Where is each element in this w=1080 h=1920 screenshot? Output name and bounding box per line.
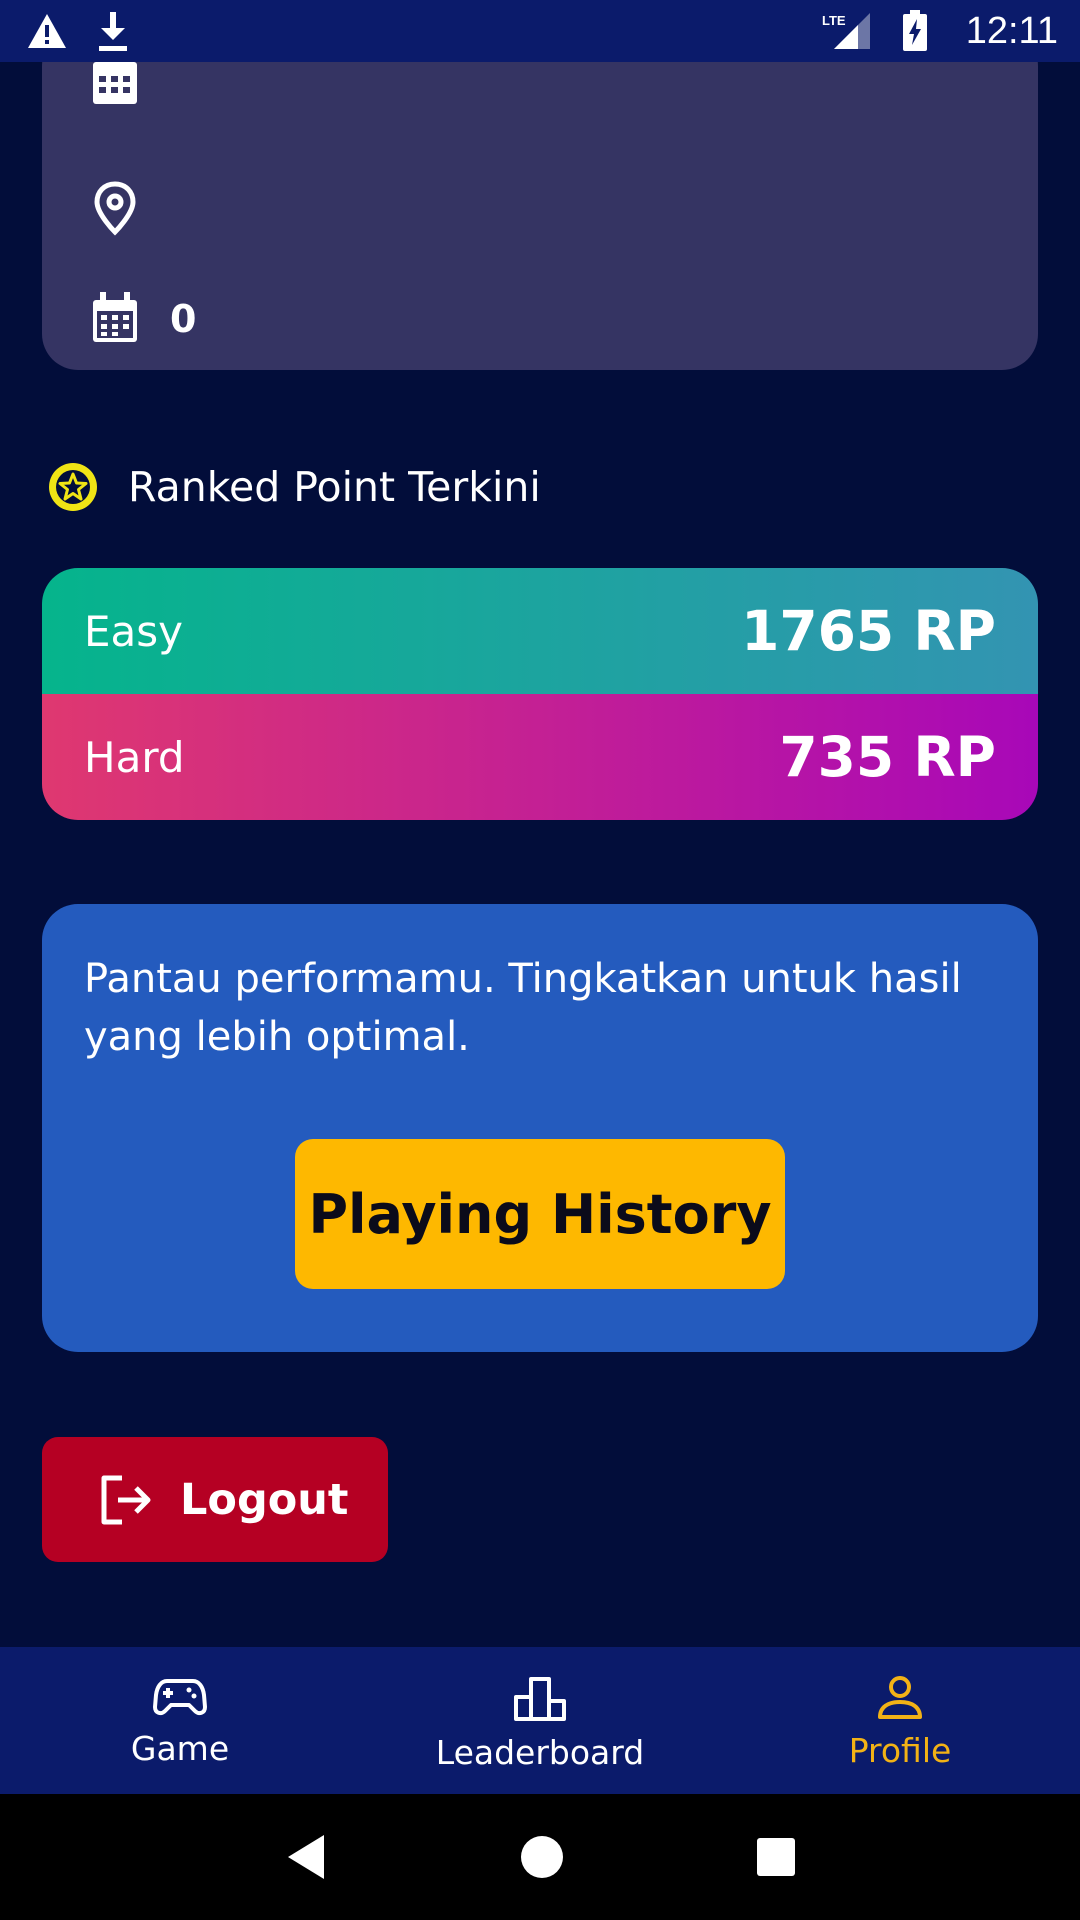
download-icon bbox=[96, 10, 130, 52]
rp-row-hard: Hard 735 RP bbox=[42, 694, 1038, 820]
home-icon[interactable] bbox=[520, 1835, 564, 1879]
rp-label: Hard bbox=[84, 732, 185, 782]
rp-label: Easy bbox=[84, 606, 184, 656]
ranked-section-title: Ranked Point Terkini bbox=[46, 460, 541, 514]
info-row-location bbox=[90, 180, 170, 236]
playing-history-button[interactable]: Playing History bbox=[295, 1139, 785, 1289]
nav-item-profile[interactable]: Profile bbox=[720, 1647, 1080, 1794]
warning-icon bbox=[26, 12, 68, 50]
calendar-icon bbox=[90, 292, 140, 346]
star-badge-icon bbox=[46, 460, 100, 514]
nav-label: Profile bbox=[848, 1731, 952, 1770]
profile-info-card: 0 bbox=[42, 30, 1038, 370]
info-row-date-top bbox=[90, 54, 170, 108]
leaderboard-icon bbox=[513, 1675, 567, 1723]
rp-value: 735 RP bbox=[779, 725, 996, 789]
rp-row-easy: Easy 1765 RP bbox=[42, 568, 1038, 694]
status-time: 12:11 bbox=[965, 9, 1058, 52]
performance-text: Pantau performamu. Tingkatkan untuk hasi… bbox=[84, 956, 962, 1060]
logout-label: Logout bbox=[180, 1474, 349, 1525]
profile-screen: 0 LTE 12:11 Ranked Point Terkini Easy 17… bbox=[0, 0, 1080, 1920]
svg-text:LTE: LTE bbox=[822, 13, 846, 28]
nav-label: Leaderboard bbox=[435, 1733, 645, 1772]
section-title-text: Ranked Point Terkini bbox=[128, 463, 541, 511]
nav-label: Game bbox=[130, 1729, 230, 1768]
logout-icon bbox=[98, 1474, 154, 1526]
info-value: 0 bbox=[170, 297, 197, 341]
rp-value: 1765 RP bbox=[741, 599, 996, 663]
status-bar: LTE 12:11 bbox=[0, 0, 1080, 62]
nav-item-game[interactable]: Game bbox=[0, 1647, 360, 1794]
performance-card: Pantau performamu. Tingkatkan untuk hasi… bbox=[42, 904, 1038, 1352]
nav-item-leaderboard[interactable]: Leaderboard bbox=[360, 1647, 720, 1794]
system-navigation bbox=[0, 1794, 1080, 1920]
ranked-points-box: Easy 1765 RP Hard 735 RP bbox=[42, 568, 1038, 820]
person-icon bbox=[873, 1675, 927, 1721]
back-icon[interactable] bbox=[284, 1833, 328, 1881]
gamepad-icon bbox=[153, 1675, 207, 1719]
recents-icon[interactable] bbox=[756, 1837, 796, 1877]
calendar-icon bbox=[90, 54, 140, 108]
signal-icon: LTE bbox=[822, 11, 874, 51]
location-pin-icon bbox=[90, 180, 140, 236]
logout-button[interactable]: Logout bbox=[42, 1437, 388, 1562]
battery-charging-icon bbox=[902, 10, 928, 52]
info-row-date: 0 bbox=[90, 292, 196, 346]
bottom-navigation: Game Leaderboard Profile bbox=[0, 1647, 1080, 1794]
